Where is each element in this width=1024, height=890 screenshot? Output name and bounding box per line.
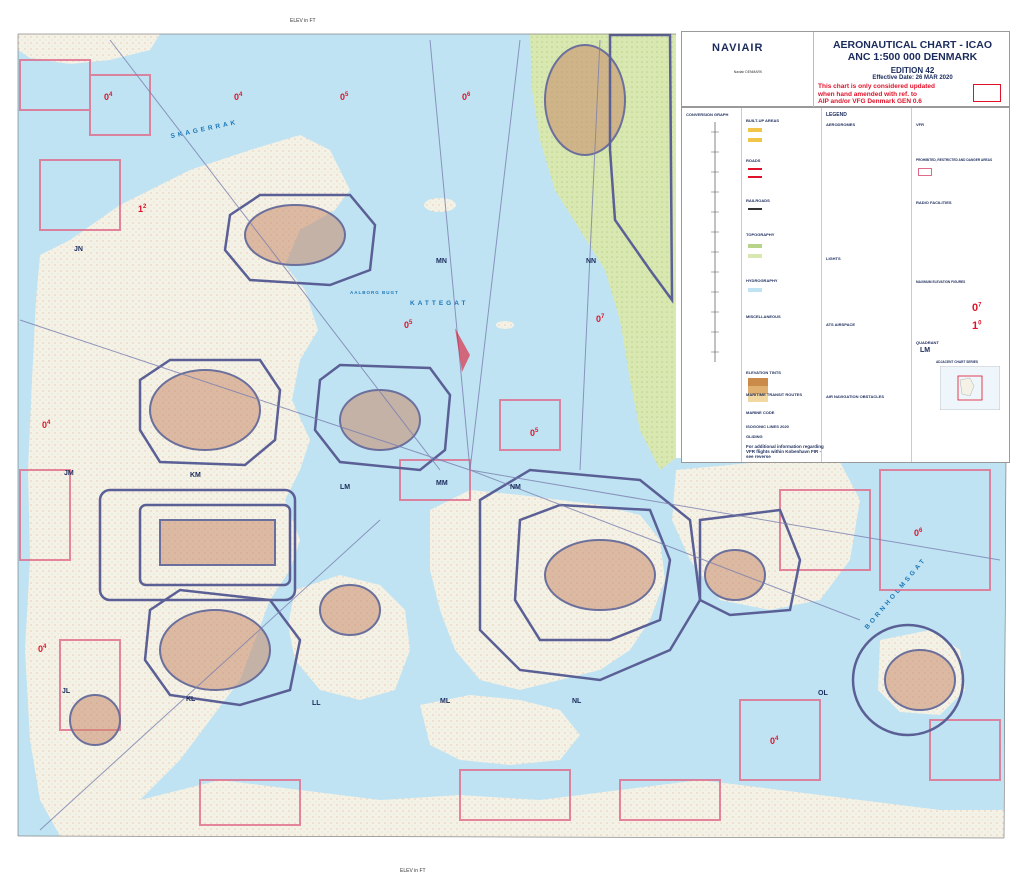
- ctr-copenhagen: [544, 539, 656, 611]
- mef-value: 04: [104, 92, 113, 102]
- sector-label: JL: [62, 688, 71, 695]
- legend-swatch: [748, 138, 762, 142]
- mef-value: 05: [340, 92, 349, 102]
- legend-column-3: LEGEND AERODROMES LIGHTS ATS AIRSPACE AI…: [746, 108, 912, 462]
- sector-label: KM: [190, 472, 201, 479]
- ctr-malmo: [704, 549, 766, 601]
- sector-label: NL: [572, 698, 582, 705]
- edition: EDITION 42: [890, 66, 935, 75]
- quadrant-code: LM: [920, 347, 931, 354]
- ctr-odense: [319, 584, 381, 636]
- conversion-graph: [711, 122, 719, 362]
- legend-heading: MARINE CODE: [746, 410, 775, 415]
- legend-swatch: [748, 244, 762, 248]
- amendment-stamp-icon: [973, 84, 1001, 102]
- ctr-gothenburg: [544, 44, 626, 156]
- legend-heading: AERODROMES: [826, 122, 856, 127]
- chart-title-line1: AERONAUTICAL CHART - ICAO: [832, 39, 993, 51]
- mef-value: 04: [38, 644, 47, 654]
- ctr-sonderborg: [69, 694, 121, 746]
- water-label-aalborg-bugt: AALBORG BUGT: [350, 290, 399, 295]
- legend-swatch: [748, 254, 762, 258]
- legend-heading: ROADS: [746, 158, 761, 163]
- legend-heading: HYDROGRAPHY: [746, 278, 778, 283]
- mef-value: 04: [770, 736, 779, 746]
- sector-label: KL: [186, 696, 196, 703]
- sector-label: JM: [64, 470, 74, 477]
- mef-value: 04: [234, 92, 243, 102]
- sector-label: NN: [586, 258, 597, 265]
- legend-heading: ATS AIRSPACE: [826, 322, 856, 327]
- mef-value: 04: [42, 420, 51, 430]
- title-box: AERONAUTICAL CHART - ICAO ANC 1:500 000 …: [814, 32, 1011, 108]
- legend-heading: MAXIMUM ELEVATION FIGURES: [916, 280, 966, 284]
- edge-label-top: ELEV in FT: [290, 18, 316, 24]
- legend-swatch: [748, 128, 762, 132]
- legend-heading: MISCELLANEOUS: [746, 314, 781, 319]
- mef-example: 07: [972, 302, 982, 314]
- ctr-billund: [159, 519, 276, 566]
- sector-label: JN: [74, 246, 83, 253]
- legend-heading: RAILROADS: [746, 198, 770, 203]
- legend-swatch: [748, 168, 762, 170]
- sector-label: ML: [440, 698, 451, 705]
- island-anholt: [496, 321, 514, 329]
- naviair-logo: NAVIAIR: [712, 42, 764, 54]
- legend-heading: ELEVATION TINTS: [746, 370, 781, 375]
- mef-value: 12: [138, 204, 147, 214]
- legend-heading: LEGEND: [826, 112, 847, 118]
- legend-heading: CONVERSION GRAPH: [686, 112, 729, 117]
- legend-heading: QUADRANT: [916, 340, 939, 345]
- legend-column-1: CONVERSION GRAPH: [682, 108, 742, 462]
- legend-swatch: [918, 168, 932, 176]
- logo-address: Naviair DENMARK: [733, 70, 763, 74]
- legend-heading: PROHIBITED, RESTRICTED AND DANGER AREAS: [916, 158, 993, 162]
- legend-swatch: [748, 378, 768, 386]
- legend-swatch: [748, 288, 762, 292]
- water-label-kattegat: KATTEGAT: [410, 300, 469, 307]
- legend-heading: MARITIME TRANSIT ROUTES: [746, 392, 802, 397]
- effective-date: Effective Date: 26 MAR 2020: [872, 75, 953, 81]
- legend-heading: ADJACENT CHART SERIES: [936, 360, 978, 364]
- sector-label: LM: [340, 484, 351, 491]
- sector-label: OL: [818, 690, 828, 697]
- edge-label-bottom: ELEV in FT: [400, 868, 426, 874]
- legend-column-2: BUILT-UP AREAS ROADS RAILROADS TOPOGRAPH…: [742, 108, 822, 462]
- vfr-info: For additional information regarding VFR…: [746, 444, 824, 459]
- legend-heading: LIGHTS: [826, 256, 841, 261]
- ctr-vojens: [159, 609, 271, 691]
- sector-label: LL: [312, 700, 321, 707]
- mef-value: 05: [404, 320, 413, 330]
- legend-heading: ISOGONIC LINES 2020: [746, 424, 789, 429]
- ctr-aarhus: [339, 389, 421, 451]
- legend-heading: VFR: [916, 122, 924, 127]
- legend-panel: CONVERSION GRAPH BUILT-UP AREAS ROADS RA…: [681, 107, 1010, 463]
- sector-label: NM: [510, 484, 521, 491]
- legend-heading: TOPOGRAPHY: [746, 232, 775, 237]
- mef-value: 06: [914, 528, 923, 538]
- legend-heading: AIR NAVIGATION OBSTACLES: [826, 394, 884, 399]
- legend-heading: RADIO FACILITIES: [916, 200, 952, 205]
- legend-swatch: [748, 208, 762, 210]
- legend-heading: GLIDING: [746, 434, 763, 439]
- mef-value: 07: [596, 314, 605, 324]
- legend-heading: BUILT-UP AREAS: [746, 118, 780, 123]
- legend-column-4: VFR PROHIBITED, RESTRICTED AND DANGER AR…: [912, 108, 1011, 462]
- logo-box: NAVIAIR Naviair DENMARK: [682, 32, 814, 108]
- chart-title-line2: ANC 1:500 000 DENMARK: [847, 51, 978, 63]
- sector-label: MN: [436, 258, 447, 265]
- mef-value: 05: [530, 428, 539, 438]
- mef-example: 10: [972, 320, 982, 332]
- island-laeso: [424, 198, 456, 212]
- mef-value: 06: [462, 92, 471, 102]
- sector-label: MM: [436, 480, 448, 487]
- adjacent-chart-diagram: [940, 366, 1000, 410]
- title-panel: NAVIAIR Naviair DENMARK AERONAUTICAL CHA…: [681, 31, 1011, 108]
- legend-swatch: [748, 176, 762, 178]
- ctr-bornholm: [884, 649, 956, 711]
